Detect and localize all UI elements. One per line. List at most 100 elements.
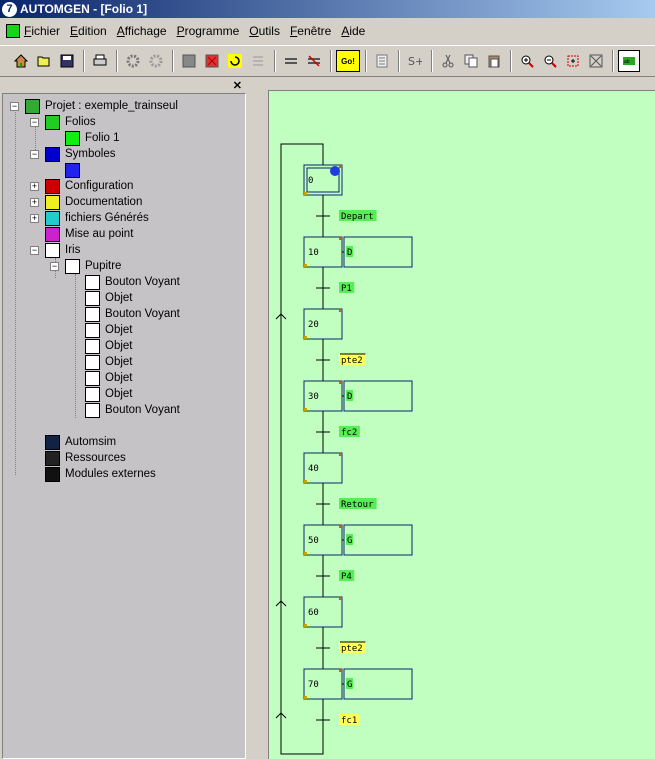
tree-node-pupitre[interactable]: Pupitre <box>65 258 121 274</box>
toolbar-separator <box>612 50 614 72</box>
menu-fenetre[interactable]: Fenêtre <box>290 24 331 38</box>
project-tree[interactable]: − Projet : exemple_trainseul − Folios Fo… <box>2 93 246 759</box>
open-button[interactable] <box>33 50 55 72</box>
tree-node-modules-externes[interactable]: Modules externes <box>45 466 156 482</box>
folios-icon <box>45 114 60 130</box>
object-icon <box>85 274 100 290</box>
tree-label: Folio 1 <box>85 132 120 144</box>
automsim-icon <box>45 434 60 450</box>
list-icon <box>376 54 388 68</box>
tree-node-iris[interactable]: Iris <box>45 242 80 258</box>
tree-node-ressources[interactable]: Ressources <box>45 450 126 466</box>
go-button[interactable]: Go! <box>336 50 360 72</box>
menu-outils[interactable]: Outils <box>249 24 280 38</box>
collapse-pupitre[interactable]: − <box>50 262 59 271</box>
save-button[interactable] <box>56 50 78 72</box>
expand-documentation[interactable]: + <box>30 198 39 207</box>
toolbar: Go! S+ ab <box>0 45 655 77</box>
tree-label: Pupitre <box>85 260 122 272</box>
symbol-plus-button[interactable]: S+ <box>404 50 426 72</box>
tree-node-folios[interactable]: Folios <box>45 114 96 130</box>
compile-button[interactable] <box>122 50 144 72</box>
tree-node-pupitre-item[interactable]: Objet <box>85 354 133 370</box>
tree-label: Objet <box>105 340 133 352</box>
menu-edition[interactable]: Edition <box>70 24 107 38</box>
menu-affichage[interactable]: Affichage <box>117 24 167 38</box>
floppy-icon <box>60 54 74 68</box>
documentation-icon <box>45 194 60 210</box>
tree-node-pupitre-item[interactable]: Objet <box>85 322 133 338</box>
cycle-button[interactable] <box>224 50 246 72</box>
tree-node-configuration[interactable]: Configuration <box>45 178 133 194</box>
step-button[interactable] <box>247 50 269 72</box>
collapse-iris[interactable]: − <box>30 246 39 255</box>
object-icon <box>85 338 100 354</box>
tree-node-mise-au-point[interactable]: Mise au point <box>45 226 133 242</box>
tree-node-project[interactable]: Projet : exemple_trainseul <box>25 98 178 114</box>
tree-node-symbol-table[interactable] <box>65 162 85 178</box>
tree-node-documentation[interactable]: Documentation <box>45 194 142 210</box>
zoom-all-button[interactable] <box>585 50 607 72</box>
tree-node-pupitre-item[interactable]: Objet <box>85 290 133 306</box>
step-number: 0 <box>308 176 313 186</box>
tree-node-symboles[interactable]: Symboles <box>45 146 116 162</box>
pupitre-icon <box>65 258 80 274</box>
tree-node-fichiers-generes[interactable]: fichiers Générés <box>45 210 149 226</box>
run-red-icon <box>205 54 219 68</box>
unforce-button[interactable] <box>303 50 325 72</box>
cut-button[interactable] <box>437 50 459 72</box>
tree-node-pupitre-item[interactable]: Bouton Voyant <box>85 402 180 418</box>
collapse-symboles[interactable]: − <box>30 150 39 159</box>
toolbar-separator <box>274 50 276 72</box>
list-button[interactable] <box>371 50 393 72</box>
tree-node-pupitre-item[interactable]: Bouton Voyant <box>85 274 180 290</box>
grafcet-canvas[interactable]: 0 Depart 10 D P1 20 pte2 30 Dfc2 40 Retour 50 G P4 60 p… <box>268 90 655 759</box>
tree-node-pupitre-item[interactable]: Objet <box>85 338 133 354</box>
tree-label: Objet <box>105 388 133 400</box>
cycle-icon <box>228 54 242 68</box>
tree-node-pupitre-item[interactable]: Objet <box>85 386 133 402</box>
menu-fichier[interactable]: Fichier <box>24 24 60 38</box>
s-plus-icon: S+ <box>408 55 422 68</box>
copy-button[interactable] <box>460 50 482 72</box>
action-label: D <box>347 392 352 402</box>
view-mode-icon: ab <box>623 57 635 65</box>
external-modules-icon <box>45 466 60 482</box>
action-box <box>343 380 413 412</box>
zoom-in-icon <box>521 55 534 68</box>
zoom-out-button[interactable] <box>539 50 561 72</box>
zoom-fit-button[interactable] <box>562 50 584 72</box>
close-icon[interactable]: ✕ <box>233 79 242 92</box>
tree-node-pupitre-item[interactable]: Objet <box>85 370 133 386</box>
tree-node-pupitre-item[interactable]: Bouton Voyant <box>85 306 180 322</box>
zoom-in-button[interactable] <box>516 50 538 72</box>
build-all-button[interactable] <box>145 50 167 72</box>
menu-bar: Fichier Edition Affichage Programme Outi… <box>0 20 655 42</box>
tree-node-folio1[interactable]: Folio 1 <box>65 130 120 146</box>
transition-label: Retour <box>341 500 374 510</box>
menu-programme[interactable]: Programme <box>177 24 240 38</box>
collapse-folios[interactable]: − <box>30 118 39 127</box>
paste-button[interactable] <box>483 50 505 72</box>
step-corner-marker <box>339 597 342 600</box>
clipboard-icon <box>488 55 500 68</box>
expand-configuration[interactable]: + <box>30 182 39 191</box>
print-button[interactable] <box>89 50 111 72</box>
run-button[interactable] <box>201 50 223 72</box>
step-corner-marker <box>339 381 342 384</box>
collapse-project[interactable]: − <box>10 102 19 111</box>
tree-label: Objet <box>105 292 133 304</box>
transition-label: pte2 <box>341 356 363 366</box>
stop-button[interactable] <box>178 50 200 72</box>
tree-node-automsim[interactable]: Automsim <box>45 434 116 450</box>
force-button[interactable] <box>280 50 302 72</box>
panel-header: ✕ <box>2 79 246 93</box>
document-icon[interactable] <box>6 24 20 38</box>
zoom-out-icon <box>544 55 557 68</box>
view-mode-button[interactable]: ab <box>618 50 640 72</box>
home-project-button[interactable] <box>10 50 32 72</box>
step-corner-marker <box>304 336 307 339</box>
panel-splitter[interactable] <box>248 79 268 759</box>
expand-fichiers[interactable]: + <box>30 214 39 223</box>
menu-aide[interactable]: Aide <box>341 24 365 38</box>
